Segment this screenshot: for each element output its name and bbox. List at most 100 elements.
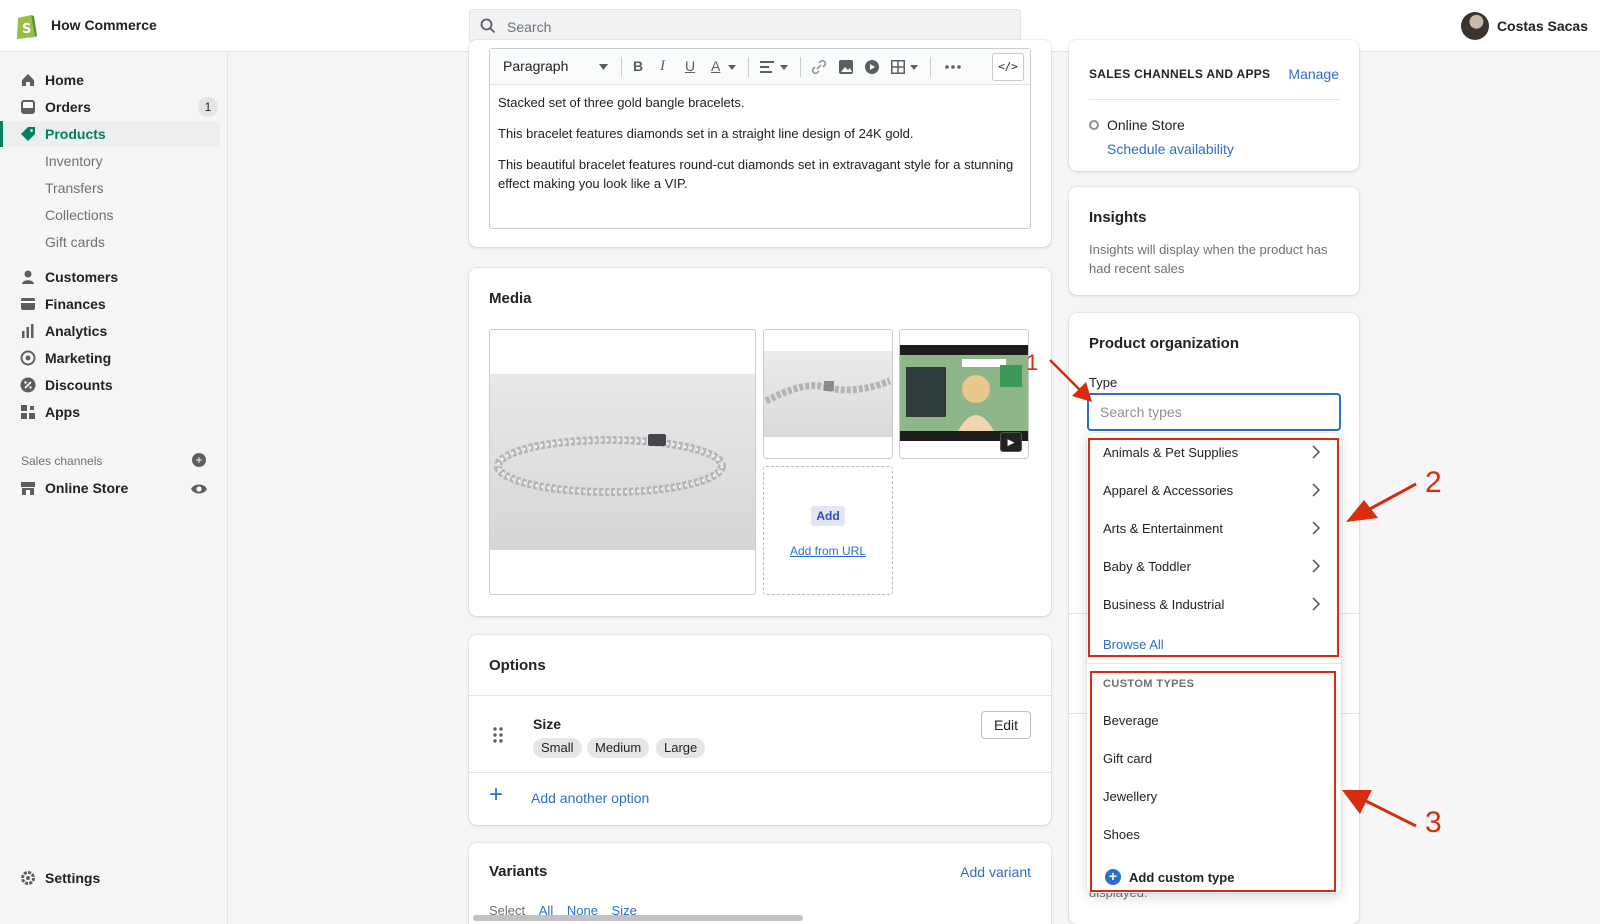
annotation-number-1: 1 [1026, 350, 1039, 375]
search-icon [480, 18, 496, 34]
editor-content[interactable]: Stacked set of three gold bangle bracele… [498, 93, 1023, 205]
sidebar-item-settings[interactable]: Settings [0, 865, 220, 891]
video-icon[interactable] [865, 60, 879, 74]
sidebar-item-analytics[interactable]: Analytics [0, 318, 220, 344]
schedule-availability-link[interactable]: Schedule availability [1107, 141, 1234, 157]
annotation-box-categories [1088, 438, 1339, 657]
italic-icon[interactable]: I [660, 58, 665, 75]
add-sales-channel-button[interactable]: + [192, 453, 206, 467]
link-icon[interactable] [812, 60, 826, 74]
search-bar[interactable]: Search [469, 9, 1021, 43]
option-value-pill: Medium [587, 738, 650, 758]
sidebar-item-home[interactable]: Home [0, 67, 220, 93]
drag-handle-icon[interactable] [493, 727, 503, 743]
sidebar-item-marketing[interactable]: Marketing [0, 345, 220, 371]
more-horizontal-icon[interactable] [945, 65, 961, 69]
type-search-input[interactable]: Search types [1087, 393, 1341, 431]
media-item-thumbnail[interactable] [763, 329, 893, 459]
play-icon[interactable]: ▶ [1000, 432, 1022, 452]
shopify-logo-icon[interactable]: S [14, 12, 38, 40]
sidebar-item-label: Orders [45, 99, 91, 115]
sidebar-item-label: Collections [45, 207, 114, 223]
media-dropzone[interactable]: Add Add from URL [763, 466, 893, 595]
sidebar-item-discounts[interactable]: Discounts [0, 372, 220, 398]
align-left-icon[interactable] [760, 60, 774, 74]
channel-online-store: Online Store [1107, 117, 1185, 133]
svg-text:S: S [22, 22, 31, 37]
sidebar-item-label: Settings [45, 870, 101, 886]
edit-option-button[interactable]: Edit [981, 711, 1031, 739]
options-title: Options [489, 657, 546, 674]
store-name[interactable]: How Commerce [51, 17, 157, 33]
toolbar-separator [930, 57, 931, 77]
chevron-down-icon [910, 65, 918, 70]
toolbar-separator [748, 57, 749, 77]
sidebar-item-apps[interactable]: Apps [0, 399, 220, 425]
media-item-main[interactable] [489, 329, 756, 595]
chevron-down-icon [728, 65, 736, 70]
sidebar-item-label: Marketing [45, 350, 112, 366]
eye-icon[interactable] [190, 482, 208, 496]
add-variant-link[interactable]: Add variant [960, 864, 1031, 880]
code-view-button[interactable]: </> [992, 53, 1024, 81]
sidebar-item-label: Analytics [45, 323, 108, 339]
orders-icon [21, 100, 35, 114]
add-from-url-link[interactable]: Add from URL [764, 544, 892, 558]
sales-channels-title: SALES CHANNELS AND APPS [1089, 67, 1271, 81]
add-another-option-link[interactable]: Add another option [531, 790, 649, 806]
search-placeholder: Search [507, 19, 552, 35]
sidebar-item-transfers[interactable]: Transfers [0, 175, 220, 201]
plus-icon[interactable]: + [489, 783, 503, 807]
editor-toolbar: Paragraph B I U A </> [490, 49, 1030, 85]
user-menu[interactable]: Costas Sacas [1460, 12, 1588, 40]
sidebar-item-label: Discounts [45, 377, 113, 393]
media-item-video[interactable]: ▶ [899, 329, 1029, 459]
sidebar-item-finances[interactable]: Finances [0, 291, 220, 317]
sidebar-item-collections[interactable]: Collections [0, 202, 220, 228]
sidebar-item-gift-cards[interactable]: Gift cards [0, 229, 220, 255]
orders-count-badge: 1 [198, 97, 218, 117]
bracelet-image [490, 374, 755, 550]
avatar [1460, 12, 1489, 40]
sidebar-item-label: Transfers [45, 180, 104, 196]
variants-card: Variants Add variant Select All None Siz… [469, 843, 1051, 924]
format-select[interactable]: Paragraph [503, 58, 568, 74]
horizontal-scrollbar[interactable] [473, 915, 803, 921]
table-icon[interactable] [891, 60, 905, 74]
toolbar-separator [800, 57, 801, 77]
add-media-button[interactable]: Add [811, 506, 845, 526]
insights-text: Insights will display when the product h… [1089, 242, 1328, 276]
annotation-number-3: 3 [1425, 806, 1442, 839]
sidebar: Home Orders 1 Products Inventory Transfe… [0, 52, 228, 924]
sales-channels-heading: Sales channels [21, 454, 103, 468]
chevron-down-icon [780, 65, 788, 70]
sidebar-item-label: Home [45, 72, 84, 88]
gear-icon [21, 871, 35, 885]
apps-icon [21, 405, 35, 419]
video-thumbnail [900, 345, 1028, 441]
sidebar-item-inventory[interactable]: Inventory [0, 148, 220, 174]
sidebar-item-customers[interactable]: Customers [0, 264, 220, 290]
sidebar-item-online-store[interactable]: Online Store [0, 475, 220, 501]
sidebar-item-label: Gift cards [45, 234, 105, 250]
description-paragraph: This bracelet features diamonds set in a… [498, 126, 914, 141]
bold-icon[interactable]: B [633, 58, 643, 74]
underline-icon[interactable]: U [685, 58, 695, 74]
description-paragraph: Stacked set of three gold bangle bracele… [498, 95, 745, 110]
finances-icon [21, 298, 35, 310]
image-icon[interactable] [839, 60, 853, 74]
home-icon [22, 74, 34, 86]
manage-channels-link[interactable]: Manage [1288, 66, 1339, 82]
sidebar-item-label: Inventory [45, 153, 103, 169]
sidebar-item-orders[interactable]: Orders 1 [0, 94, 220, 120]
rich-text-editor[interactable]: Paragraph B I U A </> Stacked set of thr… [489, 48, 1031, 229]
person-icon [22, 270, 34, 284]
analytics-icon [22, 324, 34, 338]
toolbar-separator [621, 57, 622, 77]
user-name: Costas Sacas [1496, 18, 1588, 34]
text-color-icon[interactable]: A [711, 58, 720, 74]
variants-title: Variants [489, 863, 548, 880]
sidebar-item-label: Customers [45, 269, 119, 285]
sidebar-item-products[interactable]: Products [0, 121, 220, 147]
tag-icon [21, 127, 35, 141]
